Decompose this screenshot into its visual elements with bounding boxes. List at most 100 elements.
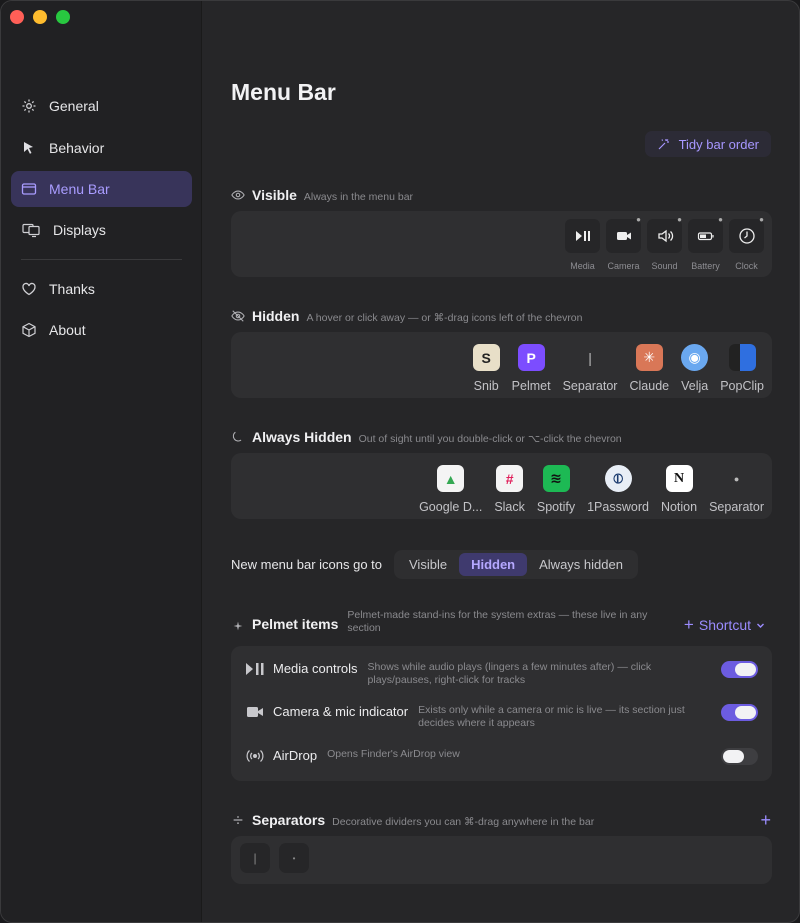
always-hidden-title: Always Hidden [252,429,352,445]
camera-icon [616,232,631,240]
magic-wand-icon [658,139,669,150]
always-hidden-item-separator[interactable]: ● Separator [709,465,764,515]
sidebar-item-thanks[interactable]: Thanks [11,271,192,307]
speaker-icon [657,229,673,243]
cursor-icon [24,142,33,154]
segment-hidden[interactable]: Hidden [459,553,528,576]
always-hidden-item-notion[interactable]: N Notion [661,465,697,514]
sparkle-icon [233,621,243,630]
hidden-panel: S Snib P Pelmet | Separator ✳ Claude ◉ V… [231,332,772,398]
add-separator-button[interactable]: + [760,810,771,831]
eye-slash-icon [231,310,245,322]
separator-chip-dot[interactable]: • [279,843,309,873]
always-hidden-item-google-drive[interactable]: ▲ Google D... [419,465,482,514]
clock-icon [738,228,755,244]
sidebar-item-label: General [49,98,99,114]
chevron-down-icon [757,623,764,628]
always-hidden-desc: Out of sight until you double-click or ⌥… [358,433,622,445]
always-hidden-items: ▲ Google D... # Slack ≋ Spotify ⦶ 1Passw… [419,465,764,514]
popclip-app-icon [728,344,756,371]
visible-desc: Always in the menu bar [303,191,414,203]
apple-icon: ● [718,215,723,224]
airdrop-toggle[interactable] [721,748,758,765]
slack-app-icon: # [496,465,524,492]
shortcut-label: Shortcut [698,617,751,633]
moon-icon [232,431,242,442]
pelmet-row-camera-mic: Camera & mic indicator Exists only while… [245,704,758,730]
sidebar-item-menu-bar[interactable]: Menu Bar [11,171,192,207]
hidden-item-popclip[interactable]: PopClip [720,344,764,393]
sidebar-item-behavior[interactable]: Behavior [11,130,192,166]
apple-icon: ● [677,215,682,224]
separator-bar-icon: | [588,349,592,366]
separator-chip-bar[interactable]: | [240,843,270,873]
hidden-title: Hidden [252,308,300,324]
heart-icon [22,282,36,296]
visible-item-sound[interactable]: Sound ● [647,215,682,271]
visible-panel: Media Camera ● Sound ● Battery ● Clock ● [231,211,772,277]
eye-icon [231,190,245,200]
menubar-icon [21,183,37,195]
sidebar-item-general[interactable]: General [11,88,192,124]
sidebar-item-about[interactable]: About [11,312,192,348]
segment-always-hidden[interactable]: Always hidden [527,553,635,576]
snib-app-icon: S [472,344,500,371]
visible-item-media[interactable]: Media [565,219,600,271]
tidy-label: Tidy bar order [678,136,759,152]
hidden-item-claude[interactable]: ✳ Claude [629,344,669,393]
sidebar: General Behavior Menu Bar Displays Thank… [1,1,202,922]
hidden-item-snib[interactable]: S Snib [472,344,500,393]
battery-icon [697,232,714,241]
visible-item-battery[interactable]: Battery ● [688,215,723,271]
hidden-item-pelmet[interactable]: P Pelmet [512,344,551,393]
pelmet-items-title: Pelmet items [252,616,339,632]
always-hidden-item-1password[interactable]: ⦶ 1Password [587,465,649,514]
settings-window: General Behavior Menu Bar Displays Thank… [0,0,800,923]
pelmet-items-header: Pelmet items Pelmet-made stand-ins for t… [231,609,659,635]
sidebar-item-label: About [49,322,86,338]
always-hidden-item-slack[interactable]: # Slack [494,465,525,514]
google-drive-app-icon: ▲ [437,465,465,492]
sidebar-item-label: Behavior [49,140,105,156]
sidebar-divider [21,259,182,260]
sidebar-item-label: Displays [53,222,106,238]
camera-mic-toggle[interactable] [721,704,758,721]
window-controls [10,10,70,24]
main-content: Menu Bar Tidy bar order Visible Always i… [203,1,799,922]
separators-header: Separators Decorative dividers you can ⌘… [231,812,594,828]
notion-app-icon: N [665,465,693,492]
displays-icon [22,223,40,238]
apple-icon: ● [636,215,641,224]
hidden-item-separator[interactable]: | Separator [563,344,618,394]
zoom-button[interactable] [56,10,70,24]
hidden-item-velja[interactable]: ◉ Velja [681,344,708,393]
close-button[interactable] [10,10,24,24]
onepassword-app-icon: ⦶ [604,465,632,492]
pelmet-items-panel: Media controls Shows while audio plays (… [231,646,772,781]
visible-item-clock[interactable]: Clock ● [729,215,764,271]
pelmet-row-media-controls: Media controls Shows while audio plays (… [245,661,758,687]
visible-items: Media Camera ● Sound ● Battery ● Clock ● [565,215,764,271]
always-hidden-item-spotify[interactable]: ≋ Spotify [537,465,575,514]
spotify-app-icon: ≋ [542,465,570,492]
always-hidden-section-header: Always Hidden Out of sight until you dou… [231,429,622,445]
media-controls-toggle[interactable] [721,661,758,678]
claude-app-icon: ✳ [635,344,663,371]
minimize-button[interactable] [33,10,47,24]
gear-icon [22,99,36,113]
separators-title: Separators [252,812,326,828]
shortcut-button[interactable]: + Shortcut [684,615,765,635]
airdrop-icon [246,750,264,762]
separators-panel: | • [231,836,772,884]
segment-visible[interactable]: Visible [397,553,459,576]
visible-item-camera[interactable]: Camera ● [606,215,641,271]
separator-dot-icon: ● [733,473,740,484]
plus-icon: + [683,615,694,634]
new-icons-segmented-control: Visible Hidden Always hidden [394,550,638,579]
hidden-items: S Snib P Pelmet | Separator ✳ Claude ◉ V… [472,344,764,394]
tidy-bar-order-button[interactable]: Tidy bar order [644,131,771,157]
visible-section-header: Visible Always in the menu bar [231,187,413,203]
sidebar-item-displays[interactable]: Displays [11,212,192,248]
page-title: Menu Bar [231,79,336,105]
pelmet-items-desc: Pelmet-made stand-ins for the system ext… [347,609,648,634]
